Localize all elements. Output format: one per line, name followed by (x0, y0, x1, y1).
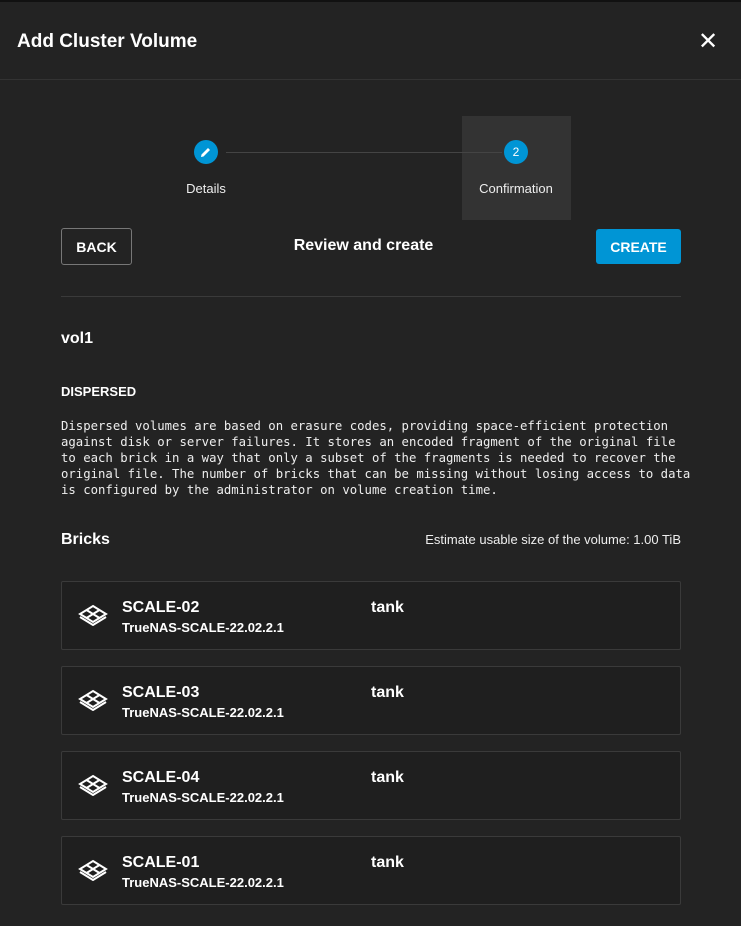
step-confirmation[interactable] (462, 116, 571, 220)
create-button[interactable]: CREATE (596, 229, 681, 264)
volume-name: vol1 (61, 330, 94, 347)
divider (61, 296, 681, 297)
dialog-title: Add Cluster Volume (17, 31, 198, 52)
bricks-title: Bricks (61, 531, 110, 548)
step-number: 2 (504, 140, 528, 164)
brick-pool: tank (371, 599, 404, 616)
brick-host: SCALE-03 (122, 684, 200, 701)
brick-pool: tank (371, 854, 404, 871)
brick-host: SCALE-02 (122, 599, 200, 616)
volume-type: DISPERSED (61, 384, 137, 399)
brick-version: TrueNAS-SCALE-22.02.2.1 (122, 705, 284, 720)
pencil-icon[interactable] (194, 140, 218, 164)
usable-size-estimate: Estimate usable size of the volume: 1.00… (425, 532, 681, 547)
brick-pool: tank (371, 769, 404, 786)
server-icon (78, 859, 108, 886)
brick-card: SCALE-04 TrueNAS-SCALE-22.02.2.1 tank (61, 751, 681, 820)
server-icon (78, 774, 108, 801)
server-icon (78, 604, 108, 631)
step-details-label[interactable]: Details (186, 181, 226, 196)
volume-description: Dispersed volumes are based on erasure c… (61, 419, 691, 497)
brick-card: SCALE-03 TrueNAS-SCALE-22.02.2.1 tank (61, 666, 681, 735)
brick-card: SCALE-01 TrueNAS-SCALE-22.02.2.1 tank (61, 836, 681, 905)
brick-card: SCALE-02 TrueNAS-SCALE-22.02.2.1 tank (61, 581, 681, 650)
brick-pool: tank (371, 684, 404, 701)
close-icon[interactable]: ✕ (698, 30, 718, 54)
brick-host: SCALE-01 (122, 854, 200, 871)
step-confirmation-label[interactable]: Confirmation (479, 181, 553, 196)
brick-version: TrueNAS-SCALE-22.02.2.1 (122, 875, 284, 890)
stepper-connector (226, 152, 502, 153)
dialog-header: Add Cluster Volume ✕ (0, 2, 741, 80)
brick-version: TrueNAS-SCALE-22.02.2.1 (122, 620, 284, 635)
server-icon (78, 689, 108, 716)
brick-host: SCALE-04 (122, 769, 200, 786)
brick-version: TrueNAS-SCALE-22.02.2.1 (122, 790, 284, 805)
